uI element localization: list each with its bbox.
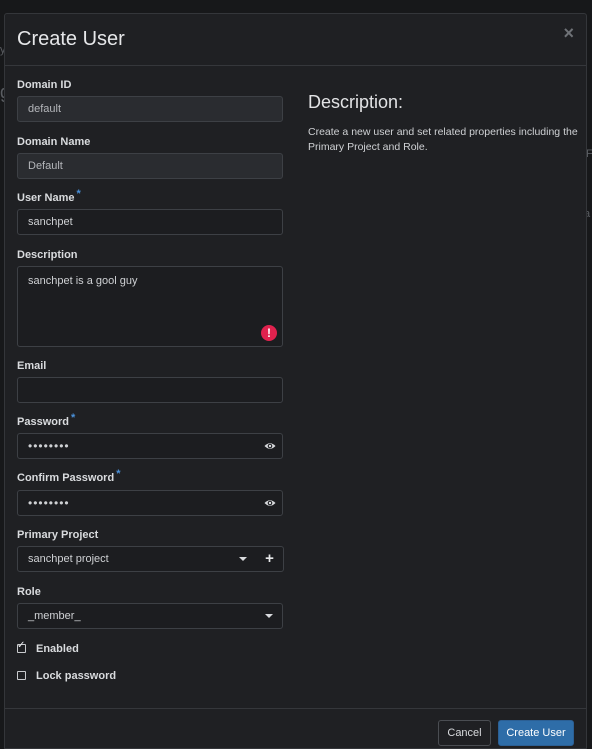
primary-project-select[interactable]: sanchpet project: [17, 546, 257, 572]
role-select[interactable]: _member_: [17, 603, 283, 629]
lock-password-checkbox-row[interactable]: Lock password: [17, 670, 116, 682]
password-input[interactable]: ••••••••: [17, 433, 283, 459]
dialog-header: Create User ×: [5, 14, 586, 66]
role-label: Role: [17, 586, 41, 598]
plus-icon: +: [265, 550, 274, 567]
email-input[interactable]: [17, 377, 283, 403]
password-label-text: Password: [17, 416, 69, 428]
enabled-checkbox[interactable]: [17, 640, 26, 653]
confirm-password-value: ••••••••: [28, 496, 70, 510]
domain-id-field: default: [17, 96, 283, 122]
add-project-button[interactable]: +: [256, 546, 284, 572]
required-marker: *: [116, 468, 121, 480]
lock-password-checkbox[interactable]: [17, 670, 26, 680]
required-marker: *: [76, 188, 81, 200]
eye-icon[interactable]: [264, 440, 276, 452]
cancel-button[interactable]: Cancel: [438, 720, 491, 746]
dialog-title: Create User: [17, 28, 125, 50]
caret-down-icon: [265, 614, 273, 618]
required-marker: *: [70, 412, 76, 424]
caret-down-icon: [239, 557, 247, 561]
enabled-checkbox-row[interactable]: Enabled: [17, 640, 79, 655]
description-textarea[interactable]: sanchpet is a gool guy !: [17, 266, 283, 347]
domain-id-label: Domain ID: [17, 79, 72, 91]
password-value: ••••••••: [28, 439, 70, 453]
email-label: Email: [17, 360, 47, 372]
create-user-dialog: Create User × Domain ID default Domain N…: [4, 13, 587, 749]
description-panel-title: Description:: [308, 92, 404, 112]
user-name-label-text: User Name: [17, 192, 75, 204]
dialog-footer: Cancel Create User: [5, 708, 586, 748]
description-panel-text: Create a new user and set related proper…: [308, 126, 578, 153]
description-panel: Description: Create a new user and set r…: [308, 92, 580, 155]
confirm-password-label: Confirm Password *: [17, 468, 120, 484]
role-value: _member_: [28, 610, 81, 622]
eye-icon[interactable]: [264, 497, 276, 509]
close-icon[interactable]: ×: [563, 24, 574, 42]
domain-name-label: Domain Name: [17, 136, 91, 148]
confirm-password-label-text: Confirm Password: [17, 472, 115, 484]
domain-name-field: Default: [17, 153, 283, 179]
lock-password-label: Lock password: [36, 670, 117, 682]
description-text: sanchpet is a gool guy: [28, 275, 138, 287]
user-name-input[interactable]: sanchpet: [17, 209, 283, 235]
user-name-label: User Name *: [17, 188, 81, 204]
password-label: Password *: [17, 412, 75, 428]
primary-project-value: sanchpet project: [28, 553, 109, 565]
create-user-button[interactable]: Create User: [498, 720, 574, 746]
description-label: Description: [17, 249, 78, 261]
primary-project-label: Primary Project: [17, 529, 99, 541]
enabled-label: Enabled: [36, 643, 79, 655]
exclamation-icon: !: [261, 325, 277, 341]
confirm-password-input[interactable]: ••••••••: [17, 490, 283, 516]
